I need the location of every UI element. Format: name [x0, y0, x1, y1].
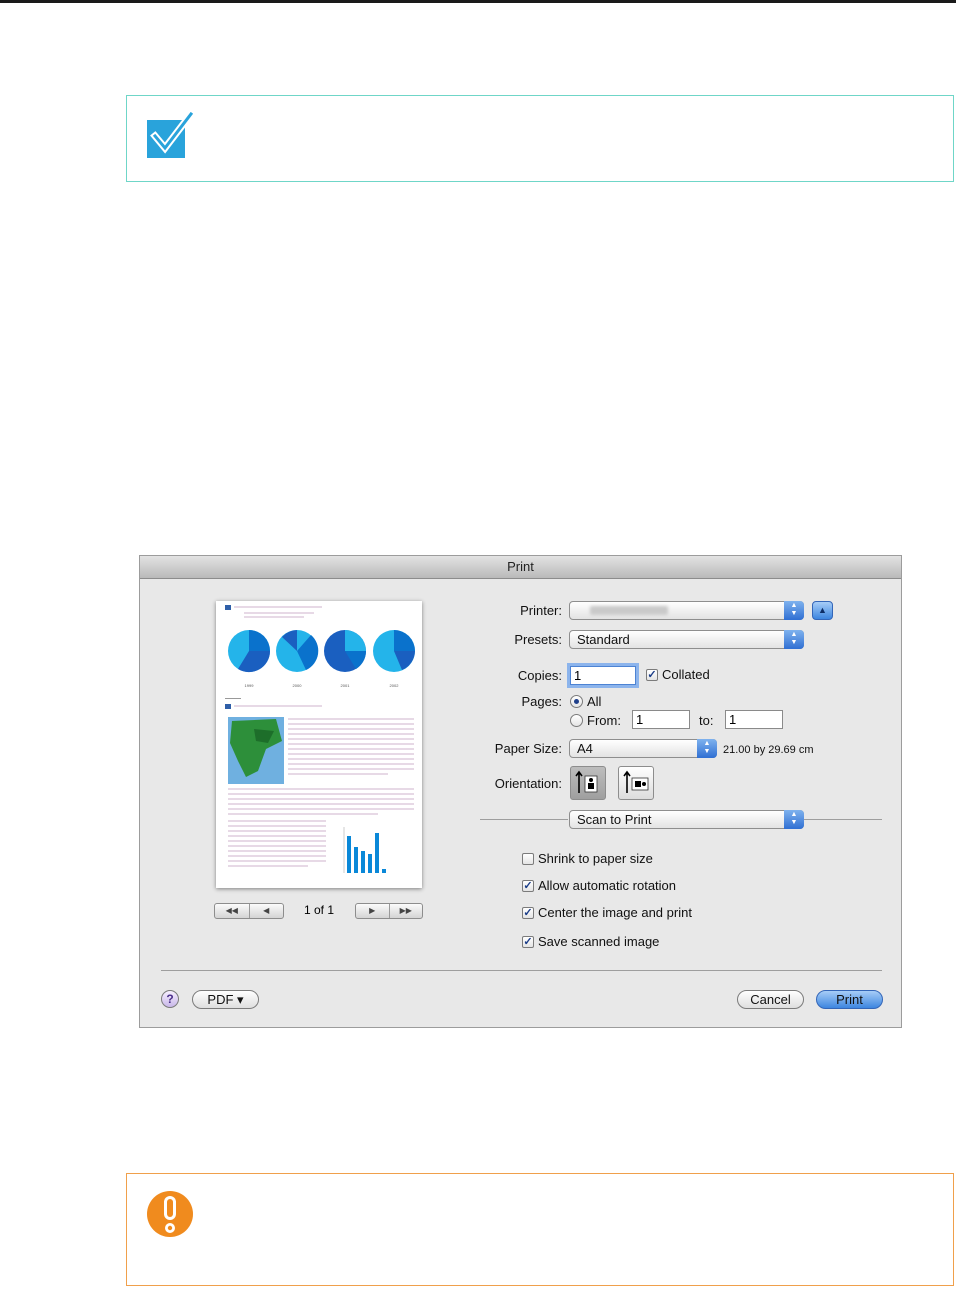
auto-rotation-checkbox[interactable]: ✓	[522, 880, 534, 892]
world-map-image	[228, 717, 284, 784]
pie-chart-3	[324, 630, 367, 672]
orientation-label: Orientation:	[494, 776, 562, 791]
presets-label: Presets:	[514, 632, 562, 647]
pages-to-field[interactable]: 1	[725, 710, 783, 729]
pages-all-radio[interactable]	[570, 695, 583, 708]
first-page-button[interactable]: ◀◀	[215, 904, 249, 918]
help-button[interactable]: ?	[161, 990, 179, 1008]
pages-from-radio[interactable]	[570, 714, 583, 727]
pie-label: 2002	[390, 683, 400, 688]
checkmark-icon	[147, 112, 193, 158]
pie-chart-1	[228, 630, 271, 673]
pie-label: 1999	[245, 683, 255, 688]
presets-value: Standard	[577, 632, 630, 647]
popup-arrows-icon: ▲ ▼	[697, 739, 717, 758]
section-divider-right	[804, 819, 882, 820]
pie-chart-4	[373, 630, 415, 672]
bar-chart	[343, 827, 386, 873]
orientation-landscape-button[interactable]	[618, 766, 654, 800]
next-page-button[interactable]: ▶	[356, 904, 389, 918]
save-scanned-image-checkbox[interactable]: ✓	[522, 936, 534, 948]
pages-all-label: All	[587, 694, 602, 709]
preview-back-nav: ◀◀ ◀	[214, 903, 284, 919]
print-preview-page: 1999 2000 2001 2002	[216, 601, 422, 888]
landscape-orientation-icon	[623, 770, 649, 793]
warning-box	[126, 1173, 954, 1286]
copies-label: Copies:	[517, 668, 562, 683]
pdf-menu-button[interactable]: PDF ▾	[192, 990, 259, 1009]
popup-arrows-icon: ▲ ▼	[784, 630, 804, 649]
pie-label: 2000	[293, 683, 303, 688]
print-dialog: Print 1999 2000 2001 2002 ◀◀ ◀ 1 of 1 ▶ …	[139, 555, 902, 1028]
disclosure-toggle-button[interactable]: ▲	[812, 601, 833, 620]
shrink-to-paper-label: Shrink to paper size	[538, 851, 653, 866]
section-popup[interactable]: Scan to Print ▲ ▼	[569, 810, 804, 829]
center-image-label: Center the image and print	[538, 905, 692, 920]
popup-arrows-icon: ▲ ▼	[784, 601, 804, 620]
top-rule	[0, 0, 956, 3]
save-scanned-image-label: Save scanned image	[538, 934, 660, 949]
pie-label: 2001	[341, 683, 351, 688]
section-divider-left	[480, 819, 568, 820]
exclamation-icon	[147, 1191, 193, 1237]
prev-page-button[interactable]: ◀	[248, 904, 284, 918]
dialog-title: Print	[140, 556, 901, 579]
print-button[interactable]: Print	[816, 990, 883, 1009]
page-indicator: 1 of 1	[303, 903, 335, 917]
pages-from-field[interactable]: 1	[632, 710, 690, 729]
paper-size-label: Paper Size:	[494, 741, 562, 756]
section-value: Scan to Print	[577, 812, 652, 827]
cancel-button[interactable]: Cancel	[737, 990, 804, 1009]
popup-arrows-icon: ▲ ▼	[784, 810, 804, 829]
paper-dimensions: 21.00 by 29.69 cm	[723, 744, 814, 756]
pages-to-label: to:	[699, 713, 714, 728]
printer-name-redacted	[590, 606, 668, 615]
orientation-portrait-button[interactable]	[570, 766, 606, 800]
collated-label: Collated	[662, 667, 710, 682]
preview-forward-nav: ▶ ▶▶	[355, 903, 423, 919]
pages-label: Pages:	[521, 694, 562, 709]
printer-label: Printer:	[520, 603, 562, 618]
footer-divider	[161, 970, 882, 971]
center-image-checkbox[interactable]: ✓	[522, 907, 534, 919]
paper-size-value: A4	[577, 741, 593, 756]
auto-rotation-label: Allow automatic rotation	[538, 878, 677, 893]
collated-checkbox[interactable]: ✓	[646, 669, 658, 681]
shrink-to-paper-checkbox[interactable]	[522, 853, 534, 865]
printer-popup[interactable]: ▲ ▼	[569, 601, 804, 620]
presets-popup[interactable]: Standard ▲ ▼	[569, 630, 804, 649]
copies-field[interactable]: 1	[570, 666, 636, 685]
pages-from-label: From:	[587, 713, 621, 728]
portrait-orientation-icon	[575, 770, 598, 793]
last-page-button[interactable]: ▶▶	[388, 904, 423, 918]
hint-box	[126, 95, 954, 182]
paper-size-popup[interactable]: A4 ▲ ▼	[569, 739, 717, 758]
pie-chart-2	[276, 630, 319, 672]
